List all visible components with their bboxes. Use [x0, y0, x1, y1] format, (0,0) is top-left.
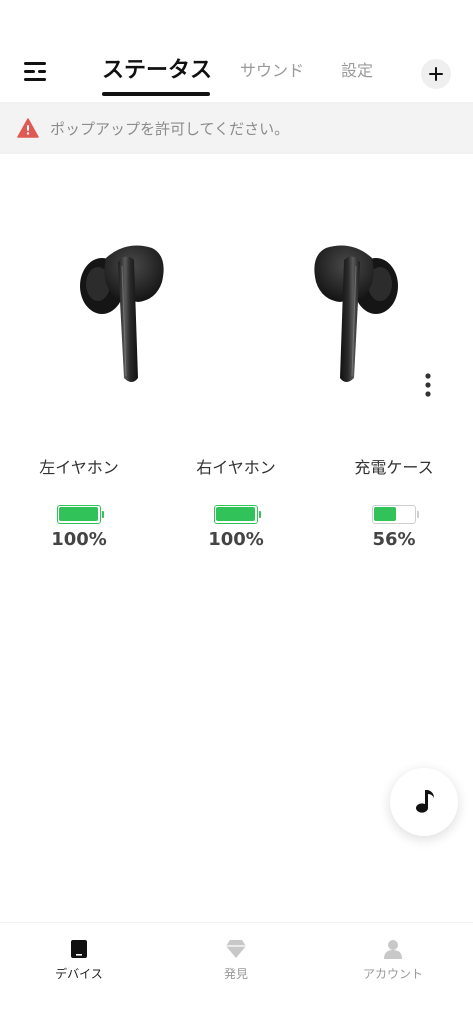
- nav-device-label: デバイス: [55, 967, 103, 981]
- battery-icon: [57, 505, 104, 524]
- tab-active-indicator: [102, 92, 210, 96]
- account-icon: [384, 940, 402, 959]
- charging-case-label: 充電ケース: [354, 458, 434, 477]
- menu-icon: [24, 62, 46, 81]
- more-vertical-icon: [425, 373, 431, 397]
- nav-discover[interactable]: 発見: [181, 937, 291, 997]
- tab-sound-label: サウンド: [240, 61, 305, 80]
- nav-discover-label: 発見: [223, 967, 248, 981]
- battery-icon: [214, 505, 261, 524]
- left-earbud-label: 左イヤホン: [39, 458, 119, 477]
- add-device-button[interactable]: [421, 59, 451, 89]
- tab-status-label: ステータス: [102, 58, 213, 83]
- diamond-icon: [226, 940, 246, 958]
- left-battery-value: 100%: [51, 529, 107, 550]
- tab-sound[interactable]: サウンド: [240, 57, 304, 97]
- more-options-button[interactable]: [420, 372, 436, 400]
- right-battery-fill: [216, 507, 255, 521]
- nav-account-label: アカウント: [362, 967, 423, 981]
- music-button[interactable]: [390, 768, 458, 836]
- top-app-bar: ステータス サウンド 設定: [0, 0, 473, 102]
- case-battery-value: 56%: [372, 529, 416, 550]
- charging-case-status: 充電ケース 56%: [324, 456, 464, 552]
- right-battery-value: 100%: [208, 529, 264, 550]
- music-note-icon: [416, 790, 434, 813]
- warning-icon: [17, 118, 39, 138]
- nav-account[interactable]: アカウント: [338, 937, 448, 997]
- tab-status[interactable]: ステータス: [102, 52, 213, 96]
- left-earbud-status: 左イヤホン 100%: [9, 456, 149, 552]
- device-icon: [71, 940, 87, 958]
- menu-button[interactable]: [20, 58, 52, 86]
- right-earbud-image: [314, 245, 398, 382]
- popup-permission-banner[interactable]: ポップアップを許可してください。: [0, 102, 473, 154]
- case-battery-fill: [374, 507, 396, 521]
- tab-settings[interactable]: 設定: [341, 57, 373, 97]
- right-earbud-label: 右イヤホン: [196, 458, 276, 477]
- nav-device[interactable]: デバイス: [24, 937, 134, 997]
- bottom-navigation: デバイス 発見 アカウント: [0, 922, 473, 1025]
- battery-icon: [372, 505, 419, 524]
- plus-icon: [429, 67, 443, 81]
- left-battery-fill: [59, 507, 98, 521]
- tab-settings-label: 設定: [341, 61, 374, 80]
- right-earbud-status: 右イヤホン 100%: [166, 456, 306, 552]
- left-earbud-image: [80, 245, 164, 382]
- banner-message: ポップアップを許可してください。: [50, 120, 290, 138]
